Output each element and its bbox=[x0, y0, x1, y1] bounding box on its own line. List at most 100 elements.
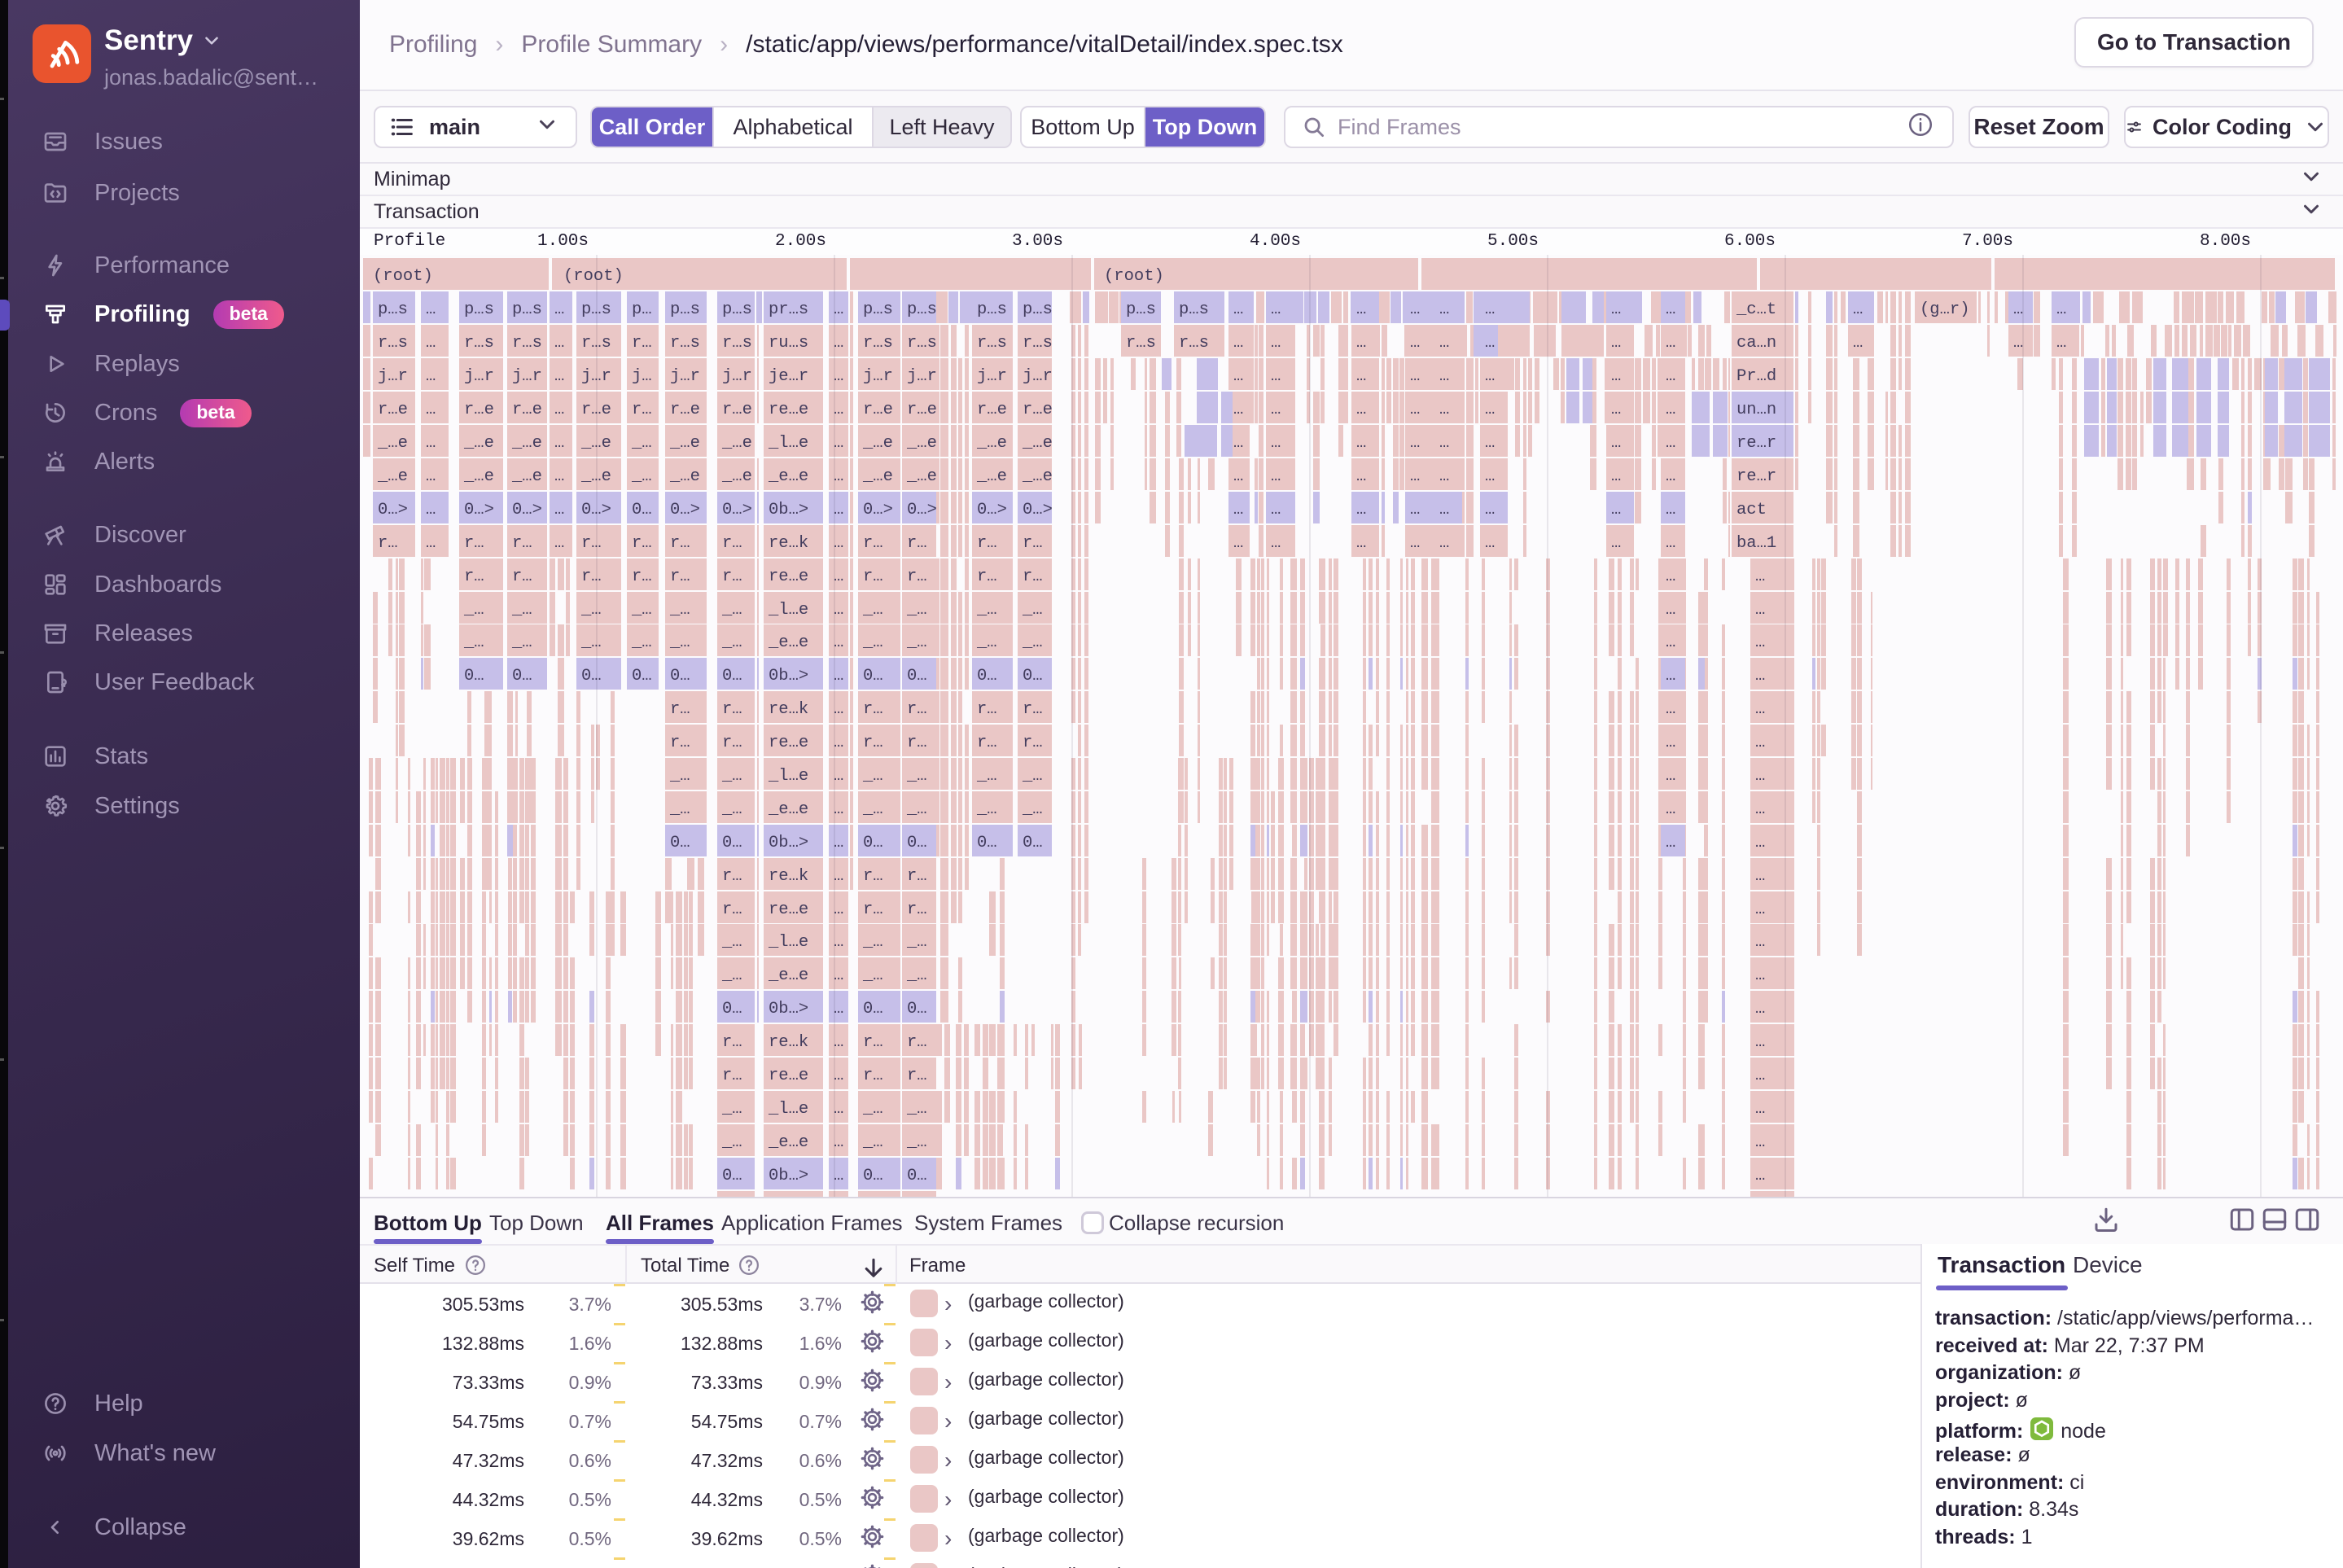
svg-text:r…: r… bbox=[977, 534, 997, 553]
svg-text:0…: 0… bbox=[863, 1000, 883, 1018]
svg-text:0…: 0… bbox=[863, 834, 883, 852]
svg-text:re…e: re…e bbox=[769, 567, 808, 586]
svg-text:_…: _… bbox=[721, 601, 742, 620]
svg-text:r…e: r…e bbox=[907, 401, 937, 419]
svg-text:p…s: p…s bbox=[378, 300, 408, 319]
svg-text:_l…e: _l…e bbox=[768, 933, 808, 952]
svg-text:r…s: r…s bbox=[581, 334, 611, 353]
svg-text:_…: _… bbox=[631, 467, 652, 486]
svg-text:0…: 0… bbox=[1023, 834, 1043, 852]
svg-text:_…: _… bbox=[976, 800, 997, 819]
svg-text:r…e: r…e bbox=[722, 401, 752, 419]
svg-text:0b…>: 0b…> bbox=[769, 667, 808, 685]
svg-text:r…: r… bbox=[378, 534, 398, 553]
svg-text:_…e: _…e bbox=[580, 434, 611, 453]
svg-text:r…s: r…s bbox=[907, 334, 937, 353]
svg-text:re…k: re…k bbox=[769, 867, 808, 886]
svg-text:_…e: _…e bbox=[669, 434, 700, 453]
svg-text:r…s: r…s bbox=[378, 334, 408, 353]
svg-text:_…: _… bbox=[580, 601, 602, 620]
svg-text:0…>: 0…> bbox=[464, 501, 494, 519]
svg-text:_…e: _…e bbox=[976, 467, 1007, 486]
svg-text:…: … bbox=[1485, 467, 1495, 486]
svg-text:…: … bbox=[1271, 534, 1281, 553]
svg-text:…: … bbox=[1666, 300, 1675, 319]
svg-text:_…: _… bbox=[721, 767, 742, 786]
svg-text:…: … bbox=[834, 501, 843, 519]
svg-text:…: … bbox=[554, 501, 564, 519]
svg-text:_…e: _…e bbox=[511, 467, 542, 486]
svg-text:r…: r… bbox=[512, 534, 532, 553]
svg-text:p…s: p…s bbox=[464, 300, 494, 319]
svg-text:…: … bbox=[1755, 734, 1765, 752]
svg-text:0b…>: 0b…> bbox=[769, 501, 808, 519]
svg-text:r…: r… bbox=[1023, 567, 1043, 586]
svg-text:_…e: _…e bbox=[906, 434, 937, 453]
svg-text:r…: r… bbox=[632, 334, 652, 353]
svg-text:0…: 0… bbox=[863, 667, 883, 685]
svg-text:_…: _… bbox=[669, 601, 690, 620]
svg-text:j…r: j…r bbox=[977, 367, 1007, 386]
svg-text:r…: r… bbox=[1023, 734, 1043, 752]
svg-text:0…: 0… bbox=[722, 1000, 742, 1018]
svg-text:…: … bbox=[1611, 434, 1621, 453]
svg-text:…: … bbox=[1666, 601, 1675, 620]
svg-text:_…e: _…e bbox=[721, 467, 752, 486]
svg-text:pr…s: pr…s bbox=[769, 300, 808, 319]
svg-text:…: … bbox=[554, 534, 564, 553]
svg-text:…: … bbox=[1666, 567, 1675, 586]
svg-text:_…: _… bbox=[721, 966, 742, 985]
svg-text:_e…e: _e…e bbox=[768, 966, 808, 985]
svg-text:…: … bbox=[1853, 300, 1863, 319]
svg-text:p…s: p…s bbox=[1126, 300, 1156, 319]
svg-text:…: … bbox=[1666, 434, 1675, 453]
svg-text:…: … bbox=[1755, 633, 1765, 652]
svg-text:_…: _… bbox=[906, 601, 927, 620]
svg-text:…: … bbox=[1755, 834, 1765, 852]
svg-text:_l…e: _l…e bbox=[768, 601, 808, 620]
svg-text:un…n: un…n bbox=[1736, 401, 1776, 419]
svg-text:…: … bbox=[834, 534, 843, 553]
svg-text:p…s: p…s bbox=[581, 300, 611, 319]
svg-text:r…: r… bbox=[863, 1033, 883, 1052]
svg-text:_…: _… bbox=[1022, 633, 1043, 652]
svg-text:…: … bbox=[1410, 434, 1420, 453]
svg-text:_…e: _…e bbox=[580, 467, 611, 486]
svg-text:…: … bbox=[834, 601, 843, 620]
svg-text:r…s: r…s bbox=[977, 334, 1007, 353]
svg-text:…: … bbox=[1233, 334, 1243, 353]
svg-text:…: … bbox=[1233, 401, 1243, 419]
svg-text:r…: r… bbox=[722, 567, 742, 586]
svg-text:_e…e: _e…e bbox=[768, 1133, 808, 1152]
svg-text:_l…e: _l…e bbox=[768, 1100, 808, 1119]
svg-text:0…: 0… bbox=[670, 834, 690, 852]
svg-text:r…: r… bbox=[907, 1033, 927, 1052]
svg-text:…: … bbox=[2013, 334, 2023, 353]
svg-text:p…s: p…s bbox=[1023, 300, 1053, 319]
svg-text:…: … bbox=[1410, 367, 1420, 386]
svg-text:_l…e: _l…e bbox=[768, 434, 808, 453]
svg-text:_…: _… bbox=[669, 767, 690, 786]
svg-text:r…: r… bbox=[670, 534, 690, 553]
svg-text:…: … bbox=[426, 401, 436, 419]
svg-text:_…: _… bbox=[906, 966, 927, 985]
svg-text:_…: _… bbox=[721, 933, 742, 952]
svg-text:(root): (root) bbox=[1104, 267, 1164, 286]
svg-text:…: … bbox=[1439, 334, 1449, 353]
svg-text:…: … bbox=[554, 401, 564, 419]
svg-text:…: … bbox=[2056, 300, 2066, 319]
svg-text:j…r: j…r bbox=[464, 367, 494, 386]
svg-text:_l…e: _l…e bbox=[768, 767, 808, 786]
svg-text:…: … bbox=[554, 334, 564, 353]
svg-text:…: … bbox=[1410, 534, 1420, 553]
svg-text:r…e: r…e bbox=[464, 401, 494, 419]
svg-text:…: … bbox=[834, 334, 843, 353]
svg-text:…: … bbox=[1755, 900, 1765, 919]
svg-text:r…: r… bbox=[907, 734, 927, 752]
svg-text:…: … bbox=[834, 633, 843, 652]
svg-text:…: … bbox=[1356, 467, 1366, 486]
svg-text:…: … bbox=[1666, 334, 1675, 353]
svg-text:r…: r… bbox=[907, 567, 927, 586]
svg-text:r…: r… bbox=[863, 900, 883, 919]
svg-text:…: … bbox=[1410, 300, 1420, 319]
